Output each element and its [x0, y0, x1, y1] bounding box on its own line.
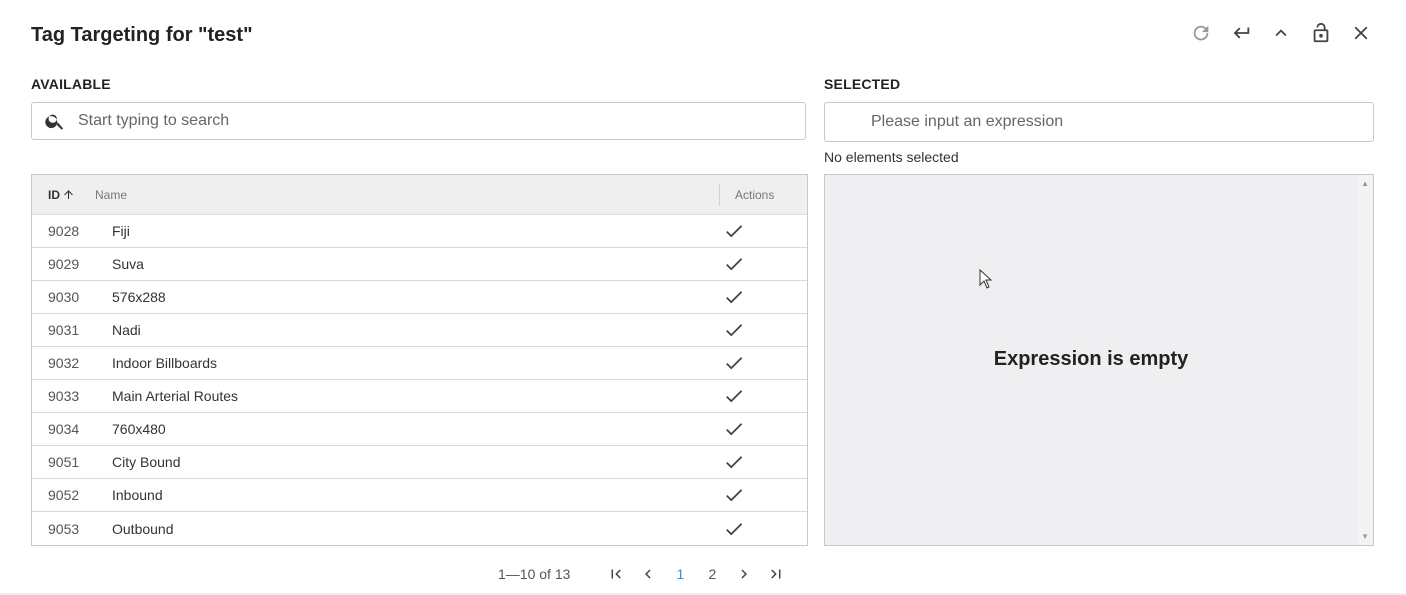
refresh-icon[interactable]: [1188, 20, 1214, 46]
table-row[interactable]: 9033 Main Arterial Routes: [32, 380, 807, 413]
row-name: Indoor Billboards: [112, 355, 218, 371]
pagination-range: 1—10 of 13: [498, 566, 571, 582]
select-button[interactable]: [683, 385, 807, 407]
check-icon: [726, 489, 743, 502]
table-row[interactable]: 9031 Nadi: [32, 314, 807, 347]
unlock-icon[interactable]: [1308, 20, 1334, 46]
row-name: Nadi: [112, 322, 141, 338]
column-header-id[interactable]: ID: [32, 188, 95, 202]
enter-icon[interactable]: [1228, 20, 1254, 46]
empty-message: Expression is empty: [993, 348, 1189, 370]
table-row[interactable]: 9052 Inbound: [32, 479, 807, 512]
page-button-2[interactable]: 2: [696, 566, 728, 582]
row-id: 9028: [48, 223, 80, 239]
row-id: 9051: [48, 454, 80, 470]
table-row[interactable]: 9028 Fiji: [32, 215, 807, 248]
table-header: ID Name Actions: [32, 175, 807, 215]
select-button[interactable]: [683, 484, 807, 506]
select-button[interactable]: [683, 319, 807, 341]
column-header-name[interactable]: Name: [95, 188, 719, 202]
expression-field: [824, 102, 1374, 142]
column-header-id-label: ID: [48, 187, 60, 202]
last-page-icon[interactable]: [760, 562, 792, 586]
select-button[interactable]: [683, 253, 807, 275]
dialog-title: Tag Targeting for "test": [31, 24, 253, 46]
row-id: 9053: [48, 520, 80, 537]
select-button[interactable]: [683, 451, 807, 473]
row-id: 9031: [48, 322, 80, 338]
next-page-icon[interactable]: [728, 562, 760, 586]
row-id: 9032: [48, 355, 80, 371]
select-button[interactable]: [683, 518, 807, 540]
row-name: Main Arterial Routes: [112, 388, 239, 404]
row-id: 9030: [48, 289, 80, 305]
check-icon: [726, 423, 743, 436]
scroll-down-icon[interactable]: ▼: [1361, 532, 1369, 541]
row-name: Suva: [112, 256, 144, 272]
table-row[interactable]: 9032 Indoor Billboards: [32, 347, 807, 380]
scroll-up-icon[interactable]: ▲: [1361, 179, 1369, 188]
select-button[interactable]: [683, 286, 807, 308]
check-icon: [726, 258, 743, 271]
row-id: 9034: [48, 421, 80, 437]
check-icon: [726, 324, 743, 337]
check-icon: [726, 522, 743, 535]
check-icon: [726, 357, 743, 370]
check-icon: [726, 390, 743, 403]
sort-ascending-icon: [64, 190, 73, 199]
scrollbar[interactable]: [1357, 175, 1373, 545]
available-table: ID Name Actions 9028 Fiji 9029 Suva 9030 576x…: [31, 174, 808, 546]
row-id: 9029: [48, 256, 80, 272]
row-name: Inbound: [112, 487, 163, 503]
select-button[interactable]: [683, 352, 807, 374]
check-icon: [726, 456, 743, 469]
header-toolbar: [1188, 20, 1374, 46]
expression-input[interactable]: [869, 112, 1373, 132]
table-row[interactable]: 9030 576x288: [32, 281, 807, 314]
search-icon: [45, 114, 64, 130]
check-icon: [726, 225, 743, 238]
selection-status: No elements selected: [824, 149, 959, 165]
selected-label: SELECTED: [824, 76, 901, 92]
search-field: [31, 102, 806, 140]
column-divider: [719, 183, 720, 206]
row-name: Fiji: [112, 223, 130, 239]
table-row[interactable]: 9053 Outbound: [32, 512, 807, 545]
page-button-1[interactable]: 1: [664, 566, 696, 582]
row-id: 9052: [48, 487, 80, 503]
check-icon: [726, 291, 743, 304]
mouse-cursor-icon: [979, 269, 993, 289]
search-input[interactable]: [76, 111, 805, 131]
column-header-actions: Actions: [735, 187, 775, 202]
select-button[interactable]: [683, 220, 807, 242]
row-name: 576x288: [112, 289, 166, 305]
row-name: City Bound: [112, 454, 181, 470]
row-name: 760x480: [112, 421, 166, 437]
close-icon[interactable]: [1348, 20, 1374, 46]
row-name: Outbound: [112, 520, 174, 537]
select-button[interactable]: [683, 418, 807, 440]
table-row[interactable]: 9029 Suva: [32, 248, 807, 281]
selected-panel: ▲ ▼ Expression is empty: [824, 174, 1374, 546]
available-label: AVAILABLE: [31, 76, 111, 92]
table-row[interactable]: 9051 City Bound: [32, 446, 807, 479]
previous-page-icon[interactable]: [632, 562, 664, 586]
table-row[interactable]: 9034 760x480: [32, 413, 807, 446]
collapse-icon[interactable]: [1268, 20, 1294, 46]
pagination: 1—10 of 13 1 2: [498, 562, 792, 586]
table-body: 9028 Fiji 9029 Suva 9030 576x288 9031 Nadi 9032 I…: [32, 215, 807, 545]
first-page-icon[interactable]: [600, 562, 632, 586]
row-id: 9033: [48, 388, 80, 404]
